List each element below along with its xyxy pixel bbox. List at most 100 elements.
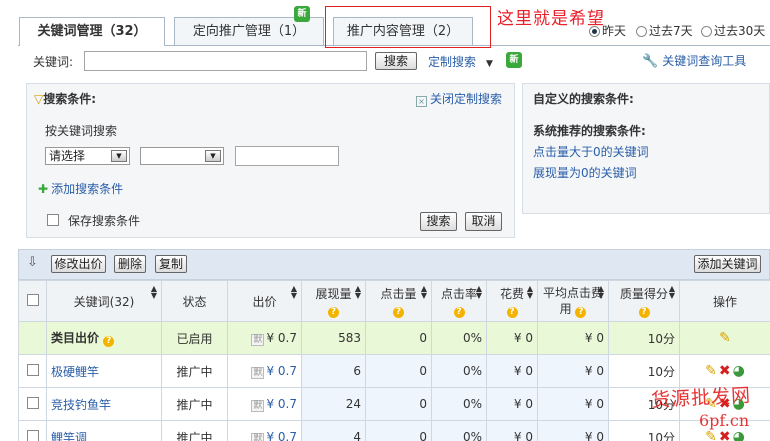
impressions-cell: 583 [301, 321, 366, 355]
custom-title: 自定义的搜索条件: [533, 92, 634, 106]
close-link-label: 关闭定制搜索 [430, 92, 503, 106]
row-checkbox[interactable] [26, 429, 39, 441]
row-checkbox[interactable] [26, 363, 39, 376]
bid-value: ¥ 0.7 [266, 330, 297, 345]
filter-cancel-button[interactable]: 取消 [465, 212, 502, 231]
radio-selected-icon [589, 26, 600, 37]
cost-cell: ¥ 0 [486, 420, 538, 441]
impressions-cell: 4 [301, 420, 366, 441]
col-cost[interactable]: 花费? ▲ ▼ [486, 280, 538, 322]
edit-bid-button[interactable]: 修改出价 [51, 255, 106, 273]
row-check-cell [18, 387, 47, 421]
tab-label: 定向推广管理（1） [192, 24, 306, 39]
help-icon[interactable]: ? [328, 306, 339, 318]
keyword-text: 类目出价 [51, 331, 100, 345]
keyword-input[interactable] [84, 51, 367, 71]
bid-value: ¥ 0.7 [266, 363, 297, 378]
keyword-cell[interactable]: 极硬鲤竿 [46, 354, 162, 388]
row-checkbox[interactable] [26, 396, 39, 409]
bid-value: ¥ 0.7 [266, 429, 297, 441]
filter-title: ▽搜索条件: [34, 90, 96, 107]
score-cell: 10分 [608, 321, 680, 355]
copy-button[interactable]: 复制 [155, 255, 187, 273]
pie-chart-icon[interactable]: ◕ [733, 364, 745, 378]
save-conditions-checkbox[interactable] [47, 214, 59, 226]
sort-icon: ▲ ▼ [668, 284, 675, 300]
avg-cost-cell: ¥ 0 [537, 387, 609, 421]
filter-title-text: 搜索条件: [43, 92, 97, 106]
sort-icon: ▲ ▼ [475, 284, 482, 300]
ctr-cell: 0% [431, 321, 487, 355]
recommended-link-impressions[interactable]: 展现量为0的关键词 [533, 164, 637, 181]
close-custom-search-link[interactable]: × 关闭定制搜索 [416, 90, 502, 107]
help-icon[interactable]: ? [506, 306, 518, 318]
radio-past-30-days[interactable]: 过去30天 [701, 24, 765, 38]
condition-value-input[interactable] [235, 146, 339, 166]
search-button[interactable]: 搜索 [375, 52, 417, 70]
select-all-cell [18, 280, 47, 322]
help-icon[interactable]: ? [638, 306, 650, 318]
field-select-value: 请选择 [49, 149, 86, 163]
col-keyword[interactable]: 关键词(32) ▲ ▼ [46, 280, 162, 322]
bid-cell[interactable]: 默 ¥ 0.7 [227, 387, 302, 421]
col-avg-click-cost[interactable]: 平均点击费用 ? ▲ ▼ [537, 280, 609, 322]
avg-cost-cell: ¥ 0 [537, 354, 609, 388]
category-bid-row: 类目出价 ? 已启用 默 ¥ 0.7 583 0 0% ¥ 0 ¥ 0 10分 ✎ [18, 321, 770, 355]
watermark-text: 货源批发网 [650, 384, 752, 412]
radio-label: 过去7天 [649, 24, 693, 38]
delete-button[interactable]: 删除 [114, 255, 146, 273]
clicks-cell: 0 [365, 387, 432, 421]
radio-yesterday[interactable]: 昨天 [589, 24, 626, 38]
col-impressions-label: 展现量 [315, 286, 352, 301]
bid-cell[interactable]: 默 ¥ 0.7 [227, 420, 302, 441]
collapse-icon[interactable]: ⇩ [27, 255, 38, 270]
delete-x-icon[interactable]: ✖ [719, 364, 731, 378]
custom-search-link[interactable]: 定制搜索 ▼ [428, 53, 493, 70]
add-condition-link[interactable]: ✚ 添加搜索条件 [38, 180, 123, 197]
edit-pencil-icon[interactable]: ✎ [719, 331, 731, 345]
col-ctr[interactable]: 点击率? ▲ ▼ [431, 280, 487, 322]
score-cell: 10分 [608, 420, 680, 441]
col-status-label: 状态 [182, 294, 207, 309]
tab-keyword-management[interactable]: 关键词管理（32） [19, 17, 165, 46]
sort-icon: ▲ ▼ [290, 284, 297, 300]
keyword-tool-link[interactable]: 🔧 关键词查询工具 [642, 52, 746, 69]
field-select[interactable]: 请选择 ▼ [45, 147, 130, 165]
impressions-cell: 24 [301, 387, 366, 421]
radio-past-7-days[interactable]: 过去7天 [636, 24, 693, 38]
recommended-link-clicks[interactable]: 点击量大于0的关键词 [533, 143, 649, 160]
col-clicks[interactable]: 点击量? ▲ ▼ [365, 280, 432, 322]
filter-subtitle: 按关键词搜索 [45, 124, 118, 138]
help-icon[interactable]: ? [103, 336, 115, 347]
edit-pencil-icon[interactable]: ✎ [705, 364, 717, 378]
col-quality-score[interactable]: 质量得分? ▲ ▼ [608, 280, 680, 322]
chevron-down-icon: ▼ [111, 150, 127, 162]
default-bid-badge: 默 [251, 366, 265, 379]
keyword-cell[interactable]: 竞技钓鱼竿 [46, 387, 162, 421]
delete-x-icon[interactable]: ✖ [719, 430, 731, 441]
help-icon[interactable]: ? [453, 306, 465, 318]
select-all-checkbox[interactable] [26, 293, 39, 306]
row-check-cell [18, 354, 47, 388]
custom-search-label: 定制搜索 [428, 55, 477, 69]
ctr-cell: 0% [431, 420, 487, 441]
col-clicks-label: 点击量 [380, 286, 417, 301]
operator-select[interactable]: ▼ [140, 147, 224, 165]
pie-chart-icon[interactable]: ◕ [733, 430, 745, 441]
help-icon[interactable]: ? [393, 306, 404, 318]
col-impressions[interactable]: 展现量? ▲ ▼ [301, 280, 366, 322]
col-bid[interactable]: 出价 ▲ ▼ [227, 280, 302, 322]
add-keyword-button[interactable]: 添加关键词 [694, 255, 761, 273]
bid-cell[interactable]: 默 ¥ 0.7 [227, 321, 302, 355]
row-check-cell [18, 321, 47, 355]
status-cell: 推广中 [161, 387, 228, 421]
bid-cell[interactable]: 默 ¥ 0.7 [227, 354, 302, 388]
filter-search-button[interactable]: 搜索 [420, 212, 457, 231]
tool-link-label: 关键词查询工具 [662, 54, 747, 68]
col-score-label: 质量得分 [619, 286, 668, 301]
score-cell: 10分 [608, 354, 680, 388]
edit-pencil-icon[interactable]: ✎ [705, 430, 717, 441]
keyword-cell[interactable]: 鲤竿调 [46, 420, 162, 441]
help-icon[interactable]: ? [575, 306, 587, 318]
col-status: 状态 [161, 280, 228, 322]
